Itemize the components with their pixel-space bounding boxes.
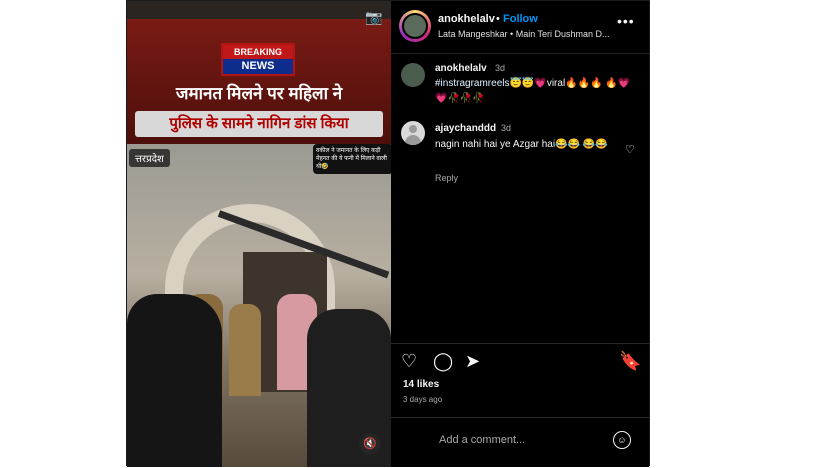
likes-count[interactable]: 14 likes [403,379,439,390]
breaking-label: BREAKING [223,45,293,59]
post-video[interactable]: BREAKING NEWS जमानत मिलने पर महिला ने पु… [127,1,391,467]
emoji-icon[interactable]: ☺ [613,431,631,449]
video-overlay-caption: वकील ने जमानत के लिए कड़ी मेहनत की ये फन… [313,144,391,174]
location-tag: त्तरप्रदेश [129,149,170,167]
audio-link[interactable]: Lata Mangeshkar • Main Teri Dushman D... [438,29,613,39]
post-modal: BREAKING NEWS जमानत मिलने पर महिला ने पु… [126,0,650,467]
post-timestamp: 3 days ago [403,395,443,404]
comment-like-heart-icon[interactable]: ♡ [625,143,635,156]
add-comment-input[interactable] [437,433,611,447]
like-heart-icon[interactable]: ♡ [401,351,417,372]
caption-text: #instragramreels😇😇💗viral🔥🔥🔥 🔥💗💗🥀🥀🥀 [435,76,635,106]
default-avatar-body [405,135,421,145]
comment-avatar[interactable] [401,121,425,145]
video-headline-line1: जमानत मिलने पर महिला ने [175,84,343,103]
comment-bubble-icon[interactable]: ◯ [433,351,453,372]
action-bar [391,343,649,384]
video-scene [127,144,391,467]
camera-icon[interactable]: 📷 [365,9,382,26]
news-label: NEWS [223,59,293,74]
mute-icon[interactable]: 🔇 [359,433,381,455]
bookmark-icon[interactable]: 🔖 [619,351,641,372]
comment-username[interactable]: ajaychanddd [435,123,496,134]
reply-button[interactable]: Reply [435,173,458,183]
default-avatar-head [409,125,417,133]
post-details-panel: anokhelalv • Follow Lata Mangeshkar • Ma… [391,1,649,467]
comment-text: nagin nahi hai ye Azgar hai😂😂 😂😂 [435,139,608,150]
avatar-image [402,13,428,39]
comment-time: 3d [501,123,512,133]
video-headline-line2: पुलिस के सामने नागिन डांस किया [135,111,383,137]
more-options-icon[interactable]: ••• [617,13,635,29]
separator-dot: • [496,13,500,25]
hashtag-link[interactable]: #instragramreels [435,78,509,89]
caption-username[interactable]: anokhelalv [435,63,487,74]
cameraman-left [127,294,222,467]
avatar[interactable] [399,10,431,42]
username-link[interactable]: anokhelalv [438,13,495,25]
post-header: anokhelalv • Follow Lata Mangeshkar • Ma… [391,1,649,54]
share-send-icon[interactable]: ➤ [465,351,480,372]
breaking-news-logo: BREAKING NEWS [221,43,295,76]
police-officer [229,304,261,396]
follow-button[interactable]: Follow [503,13,538,25]
caption-avatar[interactable] [401,63,425,87]
caption-time: 3d [495,63,506,73]
